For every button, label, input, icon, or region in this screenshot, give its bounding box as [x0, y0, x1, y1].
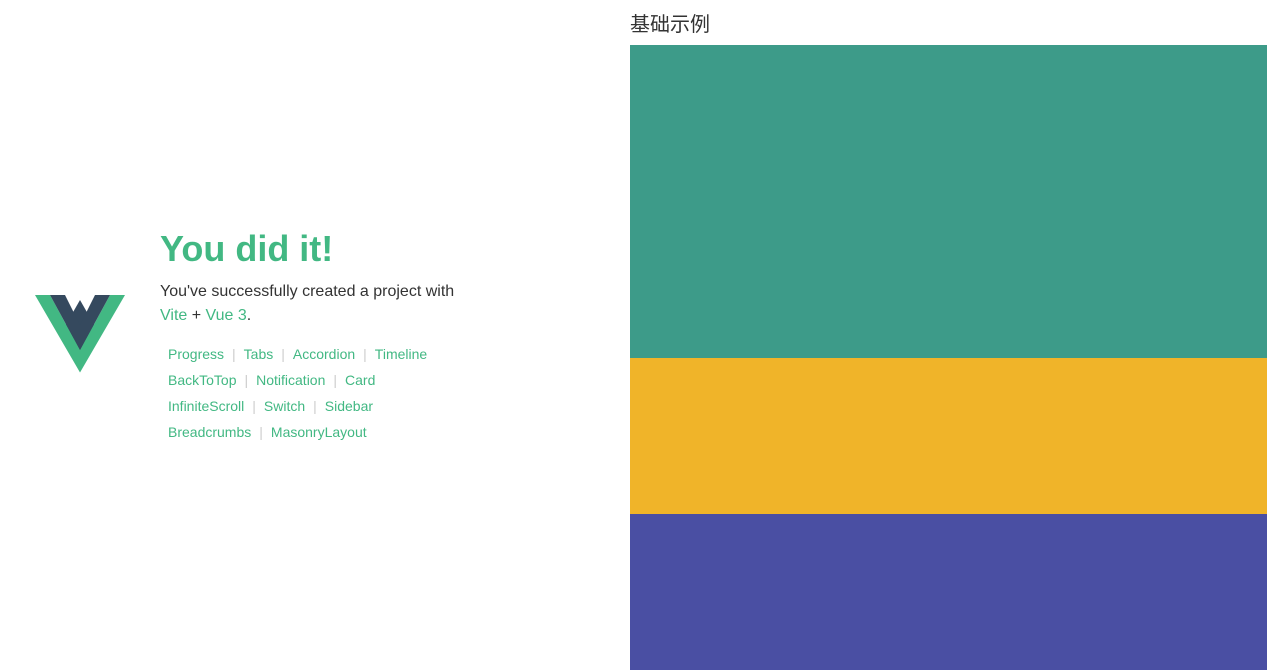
link-infinitescroll[interactable]: InfiniteScroll [160, 396, 252, 416]
link-progress[interactable]: Progress [160, 344, 232, 364]
left-panel: You did it! You've successfully created … [0, 0, 630, 670]
link-notification[interactable]: Notification [248, 370, 333, 390]
right-title: 基础示例 [630, 0, 1267, 45]
link-switch[interactable]: Switch [256, 396, 313, 416]
subtitle: You've successfully created a project wi… [160, 280, 454, 328]
links-row-2: BackToTop | Notification | Card [160, 370, 454, 390]
text-area: You did it! You've successfully created … [160, 228, 454, 442]
subtitle-dot: . [247, 307, 251, 324]
color-block-yellow [630, 358, 1267, 514]
links-row-4: Breadcrumbs | MasonryLayout [160, 422, 454, 442]
color-blocks [630, 45, 1267, 670]
color-block-purple [630, 514, 1267, 670]
link-accordion[interactable]: Accordion [285, 344, 363, 364]
subtitle-text: You've successfully created a project wi… [160, 283, 454, 300]
vite-link[interactable]: Vite [160, 307, 187, 324]
links-row-3: InfiniteScroll | Switch | Sidebar [160, 396, 454, 416]
link-masonrylayout[interactable]: MasonryLayout [263, 422, 375, 442]
content-area: You did it! You've successfully created … [30, 228, 454, 442]
right-panel: 基础示例 [630, 0, 1267, 670]
vue3-link[interactable]: Vue 3 [206, 307, 247, 324]
color-block-teal [630, 45, 1267, 358]
link-tabs[interactable]: Tabs [236, 344, 282, 364]
vue-logo [30, 285, 130, 385]
link-timeline[interactable]: Timeline [367, 344, 435, 364]
link-backtotop[interactable]: BackToTop [160, 370, 244, 390]
link-sidebar[interactable]: Sidebar [317, 396, 381, 416]
link-breadcrumbs[interactable]: Breadcrumbs [160, 422, 259, 442]
links-container: Progress | Tabs | Accordion | Timeline B… [160, 344, 454, 442]
headline: You did it! [160, 228, 454, 270]
link-card[interactable]: Card [337, 370, 383, 390]
subtitle-plus: + [192, 307, 206, 324]
links-row-1: Progress | Tabs | Accordion | Timeline [160, 344, 454, 364]
